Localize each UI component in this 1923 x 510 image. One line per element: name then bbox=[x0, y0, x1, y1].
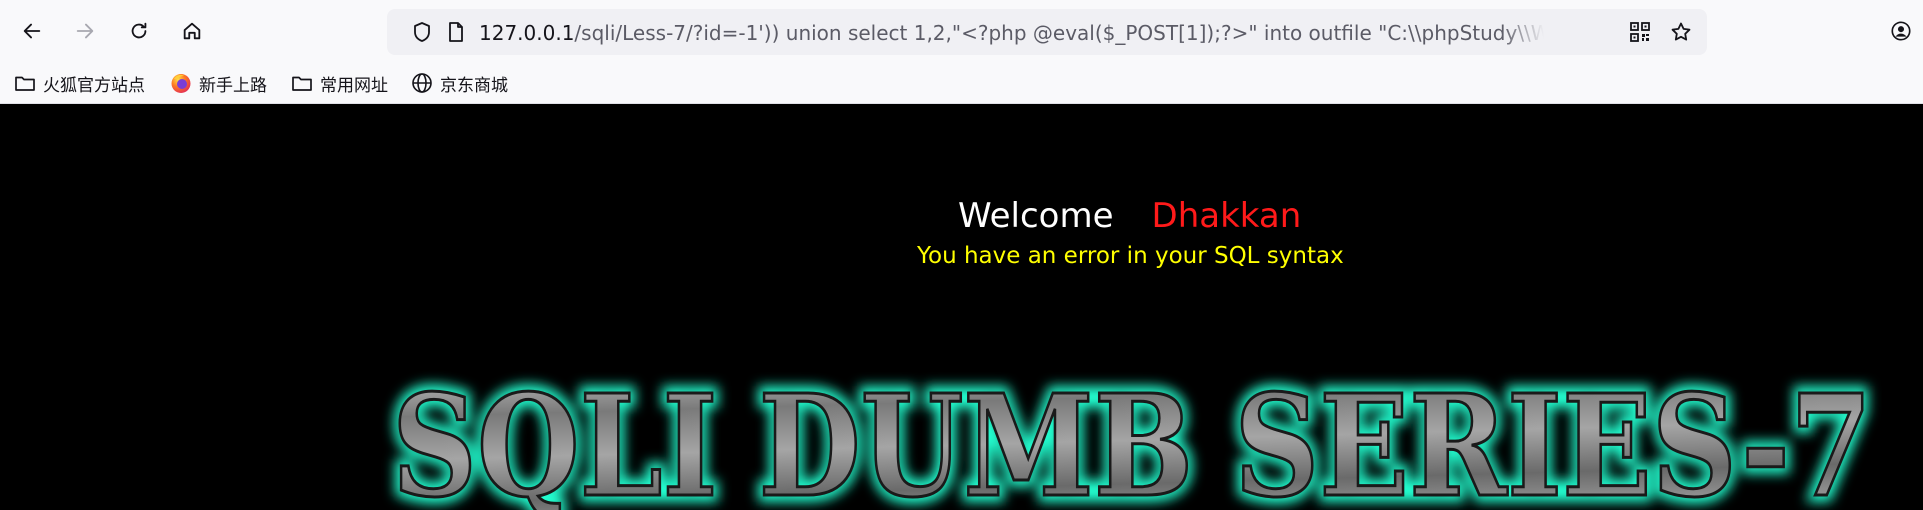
arrow-left-icon bbox=[23, 23, 41, 39]
bookmark-label: 京东商城 bbox=[440, 75, 508, 96]
reload-icon bbox=[131, 22, 147, 39]
home-button[interactable] bbox=[174, 13, 210, 49]
star-icon[interactable] bbox=[1669, 20, 1693, 44]
url-path: /sqli/Less-7/?id=-1')) union select 1,2,… bbox=[574, 21, 1544, 45]
user-name: Dhakkan bbox=[1151, 196, 1302, 236]
url-text[interactable]: 127.0.0.1/sqli/Less-7/?id=-1')) union se… bbox=[479, 19, 1544, 47]
bookmark-label: 常用网址 bbox=[320, 75, 388, 96]
url-bar[interactable]: 127.0.0.1/sqli/Less-7/?id=-1')) union se… bbox=[387, 9, 1707, 55]
firefox-icon bbox=[171, 74, 191, 93]
account-button[interactable] bbox=[1883, 13, 1919, 49]
error-message: You have an error in your SQL syntax bbox=[917, 243, 1344, 269]
globe-icon bbox=[412, 73, 432, 93]
sqli-dumb-series-banner: SQLI DUMB SERIES-7 SQLI DUMB SERIES-7 bbox=[385, 360, 1879, 510]
bookmark-item[interactable]: 京东商城 bbox=[410, 68, 508, 98]
back-button[interactable] bbox=[14, 13, 50, 49]
folder-icon bbox=[292, 76, 312, 91]
bookmark-label: 新手上路 bbox=[199, 75, 267, 96]
banner-text: SQLI DUMB SERIES-7 bbox=[392, 365, 1872, 510]
qr-code-icon[interactable] bbox=[1628, 20, 1652, 44]
welcome-line: Welcome Dhakkan bbox=[958, 194, 1301, 238]
bookmark-label: 火狐官方站点 bbox=[43, 75, 145, 96]
page-icon[interactable] bbox=[444, 20, 468, 44]
page-content: Welcome Dhakkan You have an error in your… bbox=[0, 104, 1923, 510]
account-icon bbox=[1891, 21, 1911, 41]
url-host: 127.0.0.1 bbox=[479, 21, 575, 45]
bookmarks-bar: 火狐官方站点 新手上路 常用网址 京东商城 bbox=[0, 62, 1923, 104]
bookmark-item[interactable]: 火狐官方站点 bbox=[13, 68, 145, 98]
folder-icon bbox=[15, 76, 35, 91]
shield-icon[interactable] bbox=[410, 20, 434, 44]
bookmark-item[interactable]: 常用网址 bbox=[290, 68, 388, 98]
home-icon bbox=[183, 22, 201, 40]
forward-button[interactable] bbox=[67, 13, 103, 49]
welcome-text: Welcome bbox=[958, 196, 1114, 236]
browser-toolbar: 127.0.0.1/sqli/Less-7/?id=-1')) union se… bbox=[0, 0, 1923, 62]
bookmark-item[interactable]: 新手上路 bbox=[169, 68, 267, 98]
arrow-right-icon bbox=[76, 23, 94, 39]
reload-button[interactable] bbox=[121, 13, 157, 49]
